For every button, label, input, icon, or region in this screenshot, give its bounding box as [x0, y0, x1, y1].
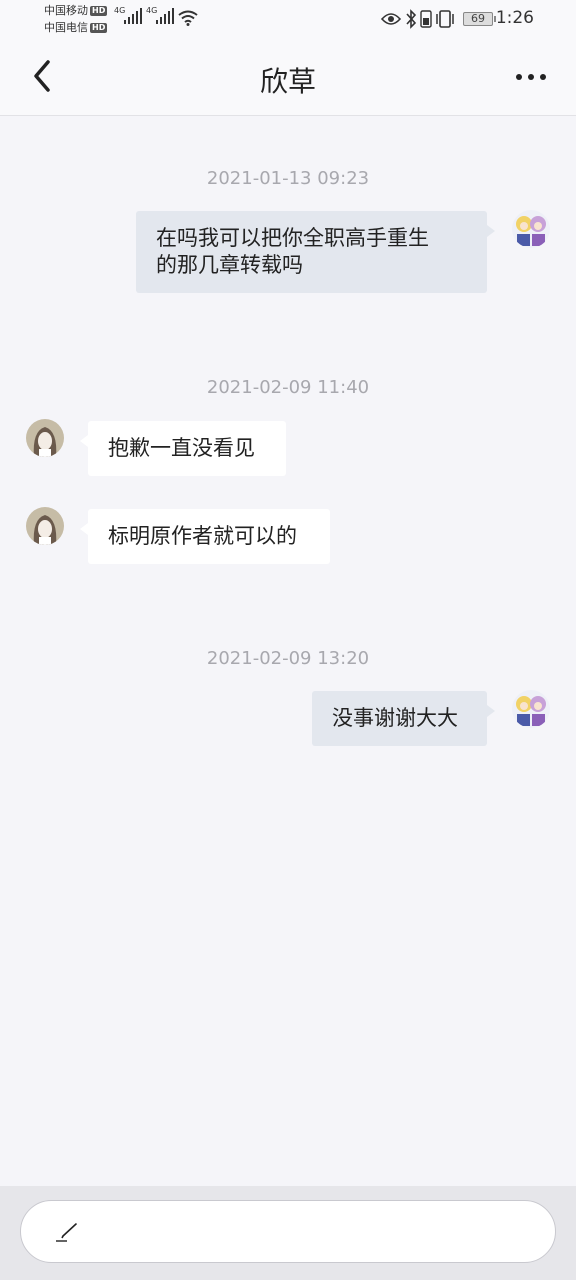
my-avatar[interactable] — [512, 210, 550, 248]
bluetooth-icon — [406, 9, 417, 29]
incoming-message-bubble[interactable]: 标明原作者就可以的 — [80, 509, 330, 564]
incoming-message-bubble[interactable]: 抱歉一直没看见 — [80, 421, 286, 476]
message-timestamp: 2021-02-09 11:40 — [206, 377, 370, 398]
status-time: 1:26 — [495, 8, 534, 28]
message-text-line: 的那几章转载吗 — [156, 253, 303, 277]
network-type-label: 4G — [114, 6, 126, 15]
carrier-1-label: 中国移动 — [44, 4, 88, 17]
eye-icon — [381, 13, 401, 25]
battery-level: 69 — [471, 12, 485, 25]
message-text-line: 在吗我可以把你全职高手重生 — [156, 226, 429, 250]
message-text: 没事谢谢大大 — [332, 706, 458, 730]
carrier-2-label: 中国电信 — [44, 21, 88, 34]
status-bar: 中国移动 HD 中国电信 HD 4G 4G 69 1:26 — [0, 0, 576, 38]
my-avatar[interactable] — [512, 690, 550, 728]
sim-icon — [420, 10, 432, 28]
message-timestamp: 2021-01-13 09:23 — [206, 168, 370, 189]
outgoing-message-bubble[interactable]: 在吗我可以把你全职高手重生 的那几章转载吗 — [136, 211, 495, 293]
chat-screen: 中国移动 HD 中国电信 HD 4G 4G 69 1:26 欣草 2021-01… — [0, 0, 576, 1280]
battery-icon: 69 — [463, 12, 496, 26]
network-type-label: 4G — [146, 6, 158, 15]
signal-icon: 4G — [146, 6, 174, 24]
wifi-icon — [178, 10, 198, 26]
contact-avatar[interactable] — [26, 507, 64, 545]
hd-badge: HD — [90, 5, 108, 16]
vibrate-icon — [436, 10, 454, 28]
message-text: 标明原作者就可以的 — [108, 524, 297, 548]
chat-header: 欣草 — [0, 38, 576, 116]
signal-icon: 4G — [114, 6, 142, 24]
message-timestamp: 2021-02-09 13:20 — [206, 648, 370, 669]
message-text: 抱歉一直没看见 — [108, 436, 255, 460]
contact-avatar[interactable] — [26, 419, 64, 457]
page-title: 欣草 — [259, 65, 316, 98]
outgoing-message-bubble[interactable]: 没事谢谢大大 — [312, 691, 495, 746]
message-input[interactable] — [20, 1200, 556, 1263]
more-dots-icon[interactable] — [516, 74, 546, 80]
carrier-info: 中国移动 HD 中国电信 HD — [44, 2, 108, 36]
hd-badge: HD — [90, 22, 108, 33]
composer-bar — [0, 1186, 576, 1280]
pen-icon — [56, 1223, 77, 1242]
